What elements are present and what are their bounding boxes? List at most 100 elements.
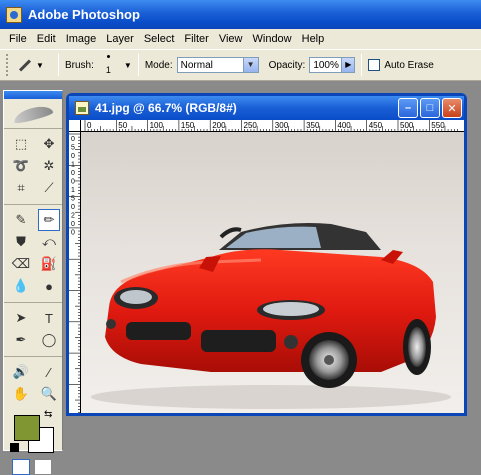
toolbox-divider — [4, 201, 62, 205]
slice-tool-icon[interactable]: ⟋ — [38, 177, 60, 199]
standard-mode-button[interactable] — [12, 459, 30, 475]
menu-view[interactable]: View — [214, 33, 248, 45]
options-divider — [58, 54, 59, 76]
clone-stamp-tool-icon[interactable]: ⛊ — [10, 231, 32, 253]
menu-edit[interactable]: Edit — [32, 33, 61, 45]
eraser-tool-icon[interactable]: ⌫ — [10, 253, 32, 275]
toolbox-titlebar[interactable] — [4, 91, 62, 99]
menu-filter[interactable]: Filter — [179, 33, 213, 45]
magic-wand-tool-icon[interactable]: ✲ — [38, 155, 60, 177]
horizontal-ruler[interactable]: 0 50 100 150 200 250 300 350 400 450 500 550 — [81, 120, 464, 132]
auto-erase-label: Auto Erase — [384, 59, 434, 71]
app-titlebar: Adobe Photoshop — [0, 0, 481, 29]
close-button[interactable]: ✕ — [442, 98, 462, 118]
toolbox: ⬚ ✥ ➰ ✲ ⌗ ⟋ ✎ ✏ ⛊ ⤺ ⌫ ⛽ 💧 ● ➤ T ✒ ◯ 🔊 ⁄ … — [3, 90, 63, 475]
ruler-label: 400 — [337, 121, 351, 130]
crop-tool-icon[interactable]: ⌗ — [10, 177, 32, 199]
document-title: 41.jpg @ 66.7% (RGB/8#) — [95, 101, 237, 115]
hand-tool-icon[interactable]: ✋ — [10, 383, 32, 405]
options-bar: ▼ Brush: 1 ▼ Mode: Normal ▼ Opacity: 100… — [0, 49, 481, 81]
ruler-label: 0 — [71, 204, 75, 211]
chevron-down-icon: ▼ — [36, 60, 44, 70]
quick-mask-modes — [4, 459, 62, 475]
ruler-label: 200 — [212, 121, 226, 130]
ruler-label: 350 — [306, 121, 320, 130]
menu-image[interactable]: Image — [61, 33, 102, 45]
ruler-origin[interactable] — [69, 120, 81, 132]
zoom-tool-icon[interactable]: 🔍 — [38, 383, 60, 405]
type-tool-icon[interactable]: T — [38, 307, 60, 329]
ruler-label: 550 — [431, 121, 445, 130]
ruler-label: 50 — [118, 121, 127, 130]
path-selection-tool-icon[interactable]: ➤ — [10, 307, 32, 329]
chevron-down-icon: ▼ — [242, 58, 258, 72]
mode-select[interactable]: Normal ▼ — [176, 57, 259, 73]
toolbox-logo[interactable] — [4, 99, 62, 129]
ruler-label: 150 — [181, 121, 195, 130]
ruler-label: 0 — [71, 179, 75, 186]
brush-picker[interactable]: 1 — [98, 53, 120, 77]
menu-bar: File Edit Image Layer Select Filter View… — [0, 29, 481, 49]
ruler-label: 450 — [369, 121, 383, 130]
ruler-label: 500 — [400, 121, 414, 130]
menu-window[interactable]: Window — [248, 33, 297, 45]
horizontal-ruler-ticks: 0 50 100 150 200 250 300 350 400 450 500 550 — [84, 120, 458, 131]
document-icon — [75, 101, 89, 115]
ruler-label: 0 — [71, 136, 75, 143]
opacity-slider-button[interactable]: ▶ — [342, 57, 356, 73]
blur-tool-icon[interactable]: 💧 — [10, 275, 32, 297]
tool-preset-picker[interactable]: ▼ — [16, 57, 52, 73]
quick-mask-mode-button[interactable] — [34, 459, 52, 475]
document-body: 050100150200250300350400450500550 050100… — [69, 120, 464, 413]
mode-value: Normal — [180, 59, 213, 71]
vertical-ruler-ticks: 050100150200 — [69, 133, 80, 413]
maximize-button[interactable]: □ — [420, 98, 440, 118]
lasso-tool-icon[interactable]: ➰ — [10, 155, 32, 177]
pen-tool-icon[interactable]: ✒ — [10, 329, 32, 351]
ruler-label: 0 — [71, 221, 75, 228]
brush-size: 1 — [105, 65, 111, 75]
ruler-label: 0 — [71, 170, 75, 177]
brush-tip-icon — [106, 55, 110, 58]
paint-bucket-tool-icon[interactable]: ⛽ — [38, 253, 60, 275]
minimize-button[interactable]: – — [398, 98, 418, 118]
brush-dropdown-icon[interactable]: ▼ — [124, 61, 132, 70]
auto-erase-checkbox[interactable] — [368, 59, 381, 71]
move-tool-icon[interactable]: ✥ — [38, 133, 60, 155]
swap-colors-icon[interactable]: ⇆ — [44, 409, 52, 420]
menu-help[interactable]: Help — [297, 33, 330, 45]
history-brush-tool-icon[interactable]: ⤺ — [38, 231, 60, 253]
dodge-tool-icon[interactable]: ● — [38, 275, 60, 297]
options-grip[interactable] — [6, 54, 10, 76]
ruler-label: 5 — [71, 145, 75, 152]
mode-label: Mode: — [144, 59, 173, 71]
eyedropper-tool-icon[interactable]: ⁄ — [38, 361, 60, 383]
image-canvas[interactable] — [81, 132, 464, 413]
car-photo — [91, 223, 451, 409]
feather-icon — [12, 102, 54, 125]
brush-label: Brush: — [65, 59, 94, 71]
menu-layer[interactable]: Layer — [101, 33, 139, 45]
options-divider — [137, 54, 139, 76]
ellipse-tool-icon[interactable]: ◯ — [38, 329, 60, 351]
ruler-label: 0 — [87, 121, 92, 130]
options-divider — [361, 54, 363, 76]
document-window: 41.jpg @ 66.7% (RGB/8#) – □ ✕ 0 50 100 150 2… — [66, 93, 467, 416]
notes-tool-icon[interactable]: 🔊 — [10, 361, 32, 383]
ruler-label: 2 — [71, 213, 75, 220]
ruler-label: 250 — [244, 121, 258, 130]
ruler-label: 0 — [71, 153, 75, 160]
document-titlebar[interactable]: 41.jpg @ 66.7% (RGB/8#) – □ ✕ — [69, 96, 464, 120]
foreground-color-swatch[interactable] — [14, 415, 40, 441]
photoshop-icon — [6, 6, 22, 23]
menu-file[interactable]: File — [4, 33, 32, 45]
toolbox-divider — [4, 299, 62, 303]
ruler-label: 1 — [71, 187, 75, 194]
healing-brush-tool-icon[interactable]: ✎ — [10, 209, 32, 231]
menu-select[interactable]: Select — [139, 33, 180, 45]
opacity-input[interactable]: 100% — [309, 57, 343, 73]
vertical-ruler[interactable]: 050100150200 — [69, 132, 81, 413]
pencil-tool-icon[interactable]: ✏ — [38, 209, 60, 231]
marquee-tool-icon[interactable]: ⬚ — [10, 133, 32, 155]
ruler-label: 300 — [275, 121, 289, 130]
